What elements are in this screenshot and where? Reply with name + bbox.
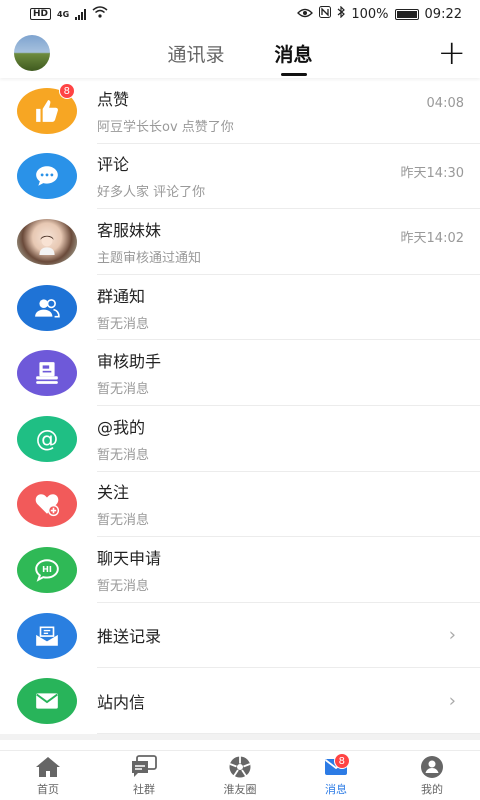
- list-item-support[interactable]: 客服妹妹 主题审核通过通知 昨天14:02: [0, 209, 480, 275]
- user-avatar[interactable]: [14, 35, 50, 71]
- group-icon: [17, 284, 77, 331]
- battery-percent: 100%: [351, 6, 389, 22]
- heart-plus-icon: [17, 481, 77, 528]
- list-item-chat-requests[interactable]: HI 聊天申请 暂无消息: [0, 537, 480, 603]
- support-avatar: [17, 218, 77, 265]
- item-title: 推送记录: [97, 627, 162, 647]
- list-item-inbox[interactable]: 站内信 ›: [0, 668, 480, 734]
- tab-moments[interactable]: 淮友圈: [192, 751, 288, 800]
- home-icon: [36, 756, 60, 777]
- item-subtitle: 主题审核通过通知: [97, 250, 202, 266]
- item-subtitle: 暂无消息: [97, 316, 150, 332]
- community-icon: [132, 754, 157, 777]
- tab-label: 我的: [421, 782, 443, 796]
- item-title: 关注: [97, 483, 130, 503]
- unread-badge: 8: [58, 82, 75, 99]
- tab-contacts[interactable]: 通讯录: [167, 40, 224, 67]
- status-bar: HD 4G 100% 09:22: [0, 0, 480, 28]
- item-time: 昨天14:02: [400, 231, 464, 247]
- battery-icon: [394, 8, 419, 20]
- item-title: 点赞: [97, 89, 130, 109]
- list-divider: [0, 733, 480, 740]
- svg-text:HI: HI: [42, 564, 52, 574]
- tab-label: 首页: [37, 782, 59, 796]
- tab-label: 社群: [133, 782, 155, 796]
- clock: 09:22: [424, 6, 462, 22]
- chevron-right-icon: ›: [448, 690, 456, 712]
- item-subtitle: 暂无消息: [97, 382, 150, 398]
- wifi-icon: [92, 6, 108, 22]
- profile-icon: [421, 755, 443, 778]
- item-subtitle: 暂无消息: [97, 578, 150, 594]
- chat-hi-icon: HI: [17, 546, 77, 593]
- mail-icon: [17, 678, 77, 725]
- bluetooth-icon: [337, 5, 346, 22]
- tab-messages-bottom[interactable]: 8 消息: [288, 751, 384, 800]
- push-record-icon: [17, 612, 77, 659]
- item-subtitle: 阿豆学长长ov 点赞了你: [97, 119, 234, 135]
- plus-icon[interactable]: +: [438, 36, 467, 70]
- list-item-mentions[interactable]: @ @我的 暂无消息: [0, 406, 480, 472]
- tab-profile[interactable]: 我的: [384, 751, 480, 800]
- svg-text:@: @: [36, 426, 59, 451]
- tab-label: 消息: [325, 782, 347, 796]
- item-subtitle: 暂无消息: [97, 513, 150, 529]
- item-title: 站内信: [97, 692, 146, 712]
- list-item-comments[interactable]: 评论 好多人家 评论了你 昨天14:30: [0, 144, 480, 210]
- hd-indicator: HD: [30, 8, 52, 20]
- tab-home[interactable]: 首页: [0, 751, 96, 800]
- item-title: 群通知: [97, 286, 146, 306]
- thumbs-up-icon: 8: [17, 82, 77, 134]
- item-title: 审核助手: [97, 352, 162, 372]
- unread-badge: 8: [333, 753, 350, 769]
- item-time: 昨天14:30: [400, 165, 464, 181]
- tab-label: 淮友圈: [223, 782, 257, 796]
- comment-icon: [17, 153, 77, 200]
- list-item-likes[interactable]: 8 点赞 阿豆学长长ov 点赞了你 04:08: [0, 78, 480, 144]
- item-subtitle: 暂无消息: [97, 447, 150, 463]
- network-type: 4G: [57, 9, 70, 19]
- signal-icon: [75, 8, 87, 20]
- top-tabs: 通讯录 消息: [0, 28, 480, 78]
- tab-messages[interactable]: 消息: [275, 40, 313, 67]
- eye-icon: [297, 7, 314, 22]
- at-icon: @: [17, 415, 77, 462]
- tab-community[interactable]: 社群: [96, 751, 192, 800]
- list-item-push-records[interactable]: 推送记录 ›: [0, 603, 480, 669]
- list-item-group-notice[interactable]: 群通知 暂无消息: [0, 275, 480, 341]
- review-icon: [17, 350, 77, 397]
- list-item-review-assistant[interactable]: 审核助手 暂无消息: [0, 340, 480, 406]
- item-time: 04:08: [426, 96, 464, 111]
- chevron-right-icon: ›: [448, 624, 456, 646]
- item-title: 聊天申请: [97, 548, 162, 568]
- item-subtitle: 好多人家 评论了你: [97, 185, 206, 201]
- bottom-tab-bar: 首页 社群 淮友圈 8 消息 我的: [0, 750, 480, 800]
- list-item-follows[interactable]: 关注 暂无消息: [0, 472, 480, 538]
- top-header: 通讯录 消息 +: [0, 28, 480, 78]
- moments-icon: [229, 756, 251, 777]
- nfc-icon: [319, 6, 332, 22]
- item-title: @我的: [97, 417, 146, 437]
- message-list: 8 点赞 阿豆学长长ov 点赞了你 04:08 评论 好多人家 评论了你 昨天1…: [0, 78, 480, 740]
